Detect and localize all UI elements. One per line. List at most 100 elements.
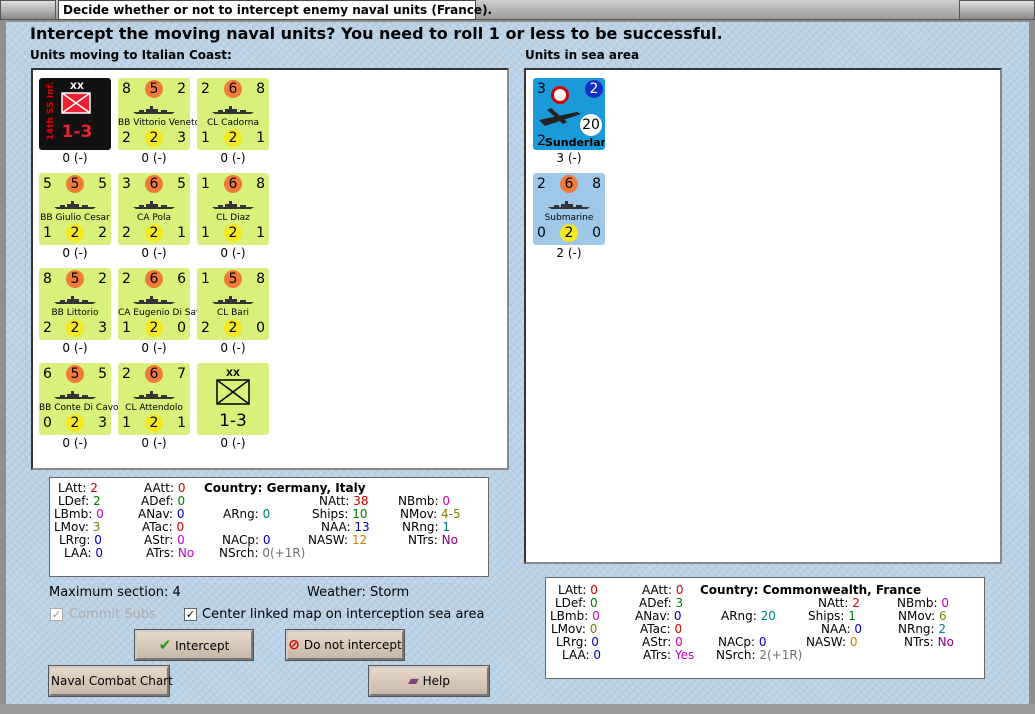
center-map-checkbox[interactable]: ✓ [184, 608, 197, 621]
unit-stat: 0 [43, 415, 52, 431]
naval-unit-counter[interactable]: 3 6 5 CA Pola 2 2 1 [118, 173, 190, 245]
window-menu-button[interactable] [0, 0, 56, 20]
unit-stat: 5 [98, 366, 107, 382]
naval-unit-counter[interactable]: 5 5 5 BB Giulio Cesar 1 2 2 [39, 173, 111, 245]
unit-stat: 8 [256, 81, 265, 97]
unit-stat: 1 [201, 176, 210, 192]
do-not-intercept-button[interactable]: ⊘ Do not intercept [286, 630, 404, 660]
attack-circle: 6 [560, 175, 578, 193]
unit-name: BB Littorio [51, 308, 99, 318]
unit-stat: 1 [122, 320, 131, 336]
unit-name: CL Cadorna [207, 118, 259, 128]
infantry-symbol-icon [61, 92, 91, 114]
unit-stat: 1 [177, 415, 186, 431]
warship-icon [548, 201, 590, 209]
naval-unit-counter[interactable]: 2 6 8 Submarine 0 2 0 [533, 173, 605, 245]
weather-label: Weather: Storm [307, 585, 410, 600]
unit-stat: 1 [122, 415, 131, 431]
naval-unit-counter[interactable]: 2 6 6 CA Eugenio Di Savoia 1 2 0 [118, 268, 215, 340]
warship-icon [54, 391, 96, 399]
warship-icon [133, 201, 175, 209]
prohibited-icon: ⊘ [288, 637, 301, 653]
defense-circle: 2 [224, 224, 242, 242]
unit-stat: 1 [256, 225, 265, 241]
title-bar[interactable]: Decide whether or not to intercept enemy… [0, 0, 1035, 20]
unit-stat: 1 [177, 225, 186, 241]
unit-stat: 6 [43, 366, 52, 382]
naval-combat-chart-button[interactable]: Naval Combat Chart [49, 666, 173, 696]
attack-circle: 6 [145, 270, 163, 288]
unit-status: 0 (-) [141, 341, 167, 355]
defense-circle: 2 [145, 129, 163, 147]
unit-stat: 0 [256, 320, 265, 336]
unit-status: 0 (-) [62, 246, 88, 260]
unit-stat: 0 [537, 225, 546, 241]
land-unit-counter[interactable]: XX 1-3 [197, 363, 269, 435]
intercept-prompt: Intercept the moving naval units? You ne… [30, 24, 723, 43]
checkmark-icon: ✔ [158, 636, 172, 654]
unit-status: 0 (-) [220, 436, 246, 450]
unit-stat: 1 [256, 130, 265, 146]
defense-circle: 2 [145, 319, 163, 337]
unit-stat: 2 [201, 320, 210, 336]
defense-circle: 2 [224, 129, 242, 147]
unit-name: BB Conte Di Cavour [39, 403, 128, 413]
unit-name: CL Attendolo [125, 403, 183, 413]
commit-subs-checkbox[interactable]: ✓ [50, 608, 63, 621]
unit-stat: 8 [256, 176, 265, 192]
naval-unit-counter[interactable]: 6 5 5 BB Conte Di Cavour 0 2 3 [39, 363, 128, 435]
unit-name: CA Pola [137, 213, 171, 223]
naval-unit-counter[interactable]: 2 6 8 CL Cadorna 1 2 1 [197, 78, 269, 150]
unit-name: 14th SS Inf. [46, 81, 56, 141]
unit-stat: 2 [201, 81, 210, 97]
unit-stat: 2 [537, 176, 546, 192]
defense-circle: 2 [145, 414, 163, 432]
unit-stat: 1 [201, 130, 210, 146]
unit-status: 0 (-) [141, 246, 167, 260]
infantry-symbol-icon [216, 379, 250, 405]
naval-unit-counter[interactable]: 2 6 7 CL Attendolo 1 2 1 [118, 363, 190, 435]
unit-stat: 1 [201, 225, 210, 241]
defense-circle: 2 [66, 224, 84, 242]
naval-unit-counter[interactable]: 8 5 2 BB Vittorio Veneto 2 2 3 [118, 78, 201, 150]
unit-status: 0 (-) [141, 151, 167, 165]
range-circle: 20 [580, 114, 602, 136]
unit-stat: 2 [122, 366, 131, 382]
sea-units-label: Units in sea area [525, 48, 640, 62]
combat-value: 1-3 [61, 122, 93, 142]
unit-stat: 7 [177, 366, 186, 382]
warship-icon [54, 296, 96, 304]
help-button[interactable]: ▰ Help [369, 666, 489, 696]
warship-icon [212, 296, 254, 304]
defense-circle: 2 [145, 224, 163, 242]
defense-circle: 2 [66, 319, 84, 337]
unit-stat: 0 [177, 320, 186, 336]
unit-stat: 8 [592, 176, 601, 192]
land-unit-counter[interactable]: 14th SS Inf. XX 1-3 [39, 78, 111, 150]
naval-unit-counter[interactable]: 1 5 8 CL Bari 2 2 0 [197, 268, 269, 340]
unit-stat: 3 [537, 81, 546, 97]
unit-stat: 2 [177, 81, 186, 97]
unit-stat: 5 [98, 176, 107, 192]
unit-status: 0 (-) [220, 341, 246, 355]
air-unit-counter[interactable]: 32202Sunderland [533, 78, 605, 150]
naval-unit-counter[interactable]: 1 6 8 CL Diaz 1 2 1 [197, 173, 269, 245]
status-strip [0, 704, 1035, 714]
defense-circle: 2 [560, 224, 578, 242]
intercept-button[interactable]: ✔ Intercept [135, 630, 253, 660]
unit-status: 0 (-) [62, 436, 88, 450]
unit-stat: 0 [592, 225, 601, 241]
combat-value: 1-3 [219, 411, 247, 431]
unit-status: 2 (-) [556, 246, 582, 260]
attack-circle: 5 [66, 175, 84, 193]
unit-stat: 5 [43, 176, 52, 192]
attack-circle: 6 [224, 175, 242, 193]
window-controls[interactable] [959, 0, 1035, 20]
unit-status: 3 (-) [556, 151, 582, 165]
unit-stat: 2 [122, 130, 131, 146]
unit-stat: 8 [43, 271, 52, 287]
warship-icon [212, 201, 254, 209]
naval-unit-counter[interactable]: 8 5 2 BB Littorio 2 2 3 [39, 268, 111, 340]
unit-stat: 2 [122, 225, 131, 241]
unit-name: BB Vittorio Veneto [118, 118, 201, 128]
